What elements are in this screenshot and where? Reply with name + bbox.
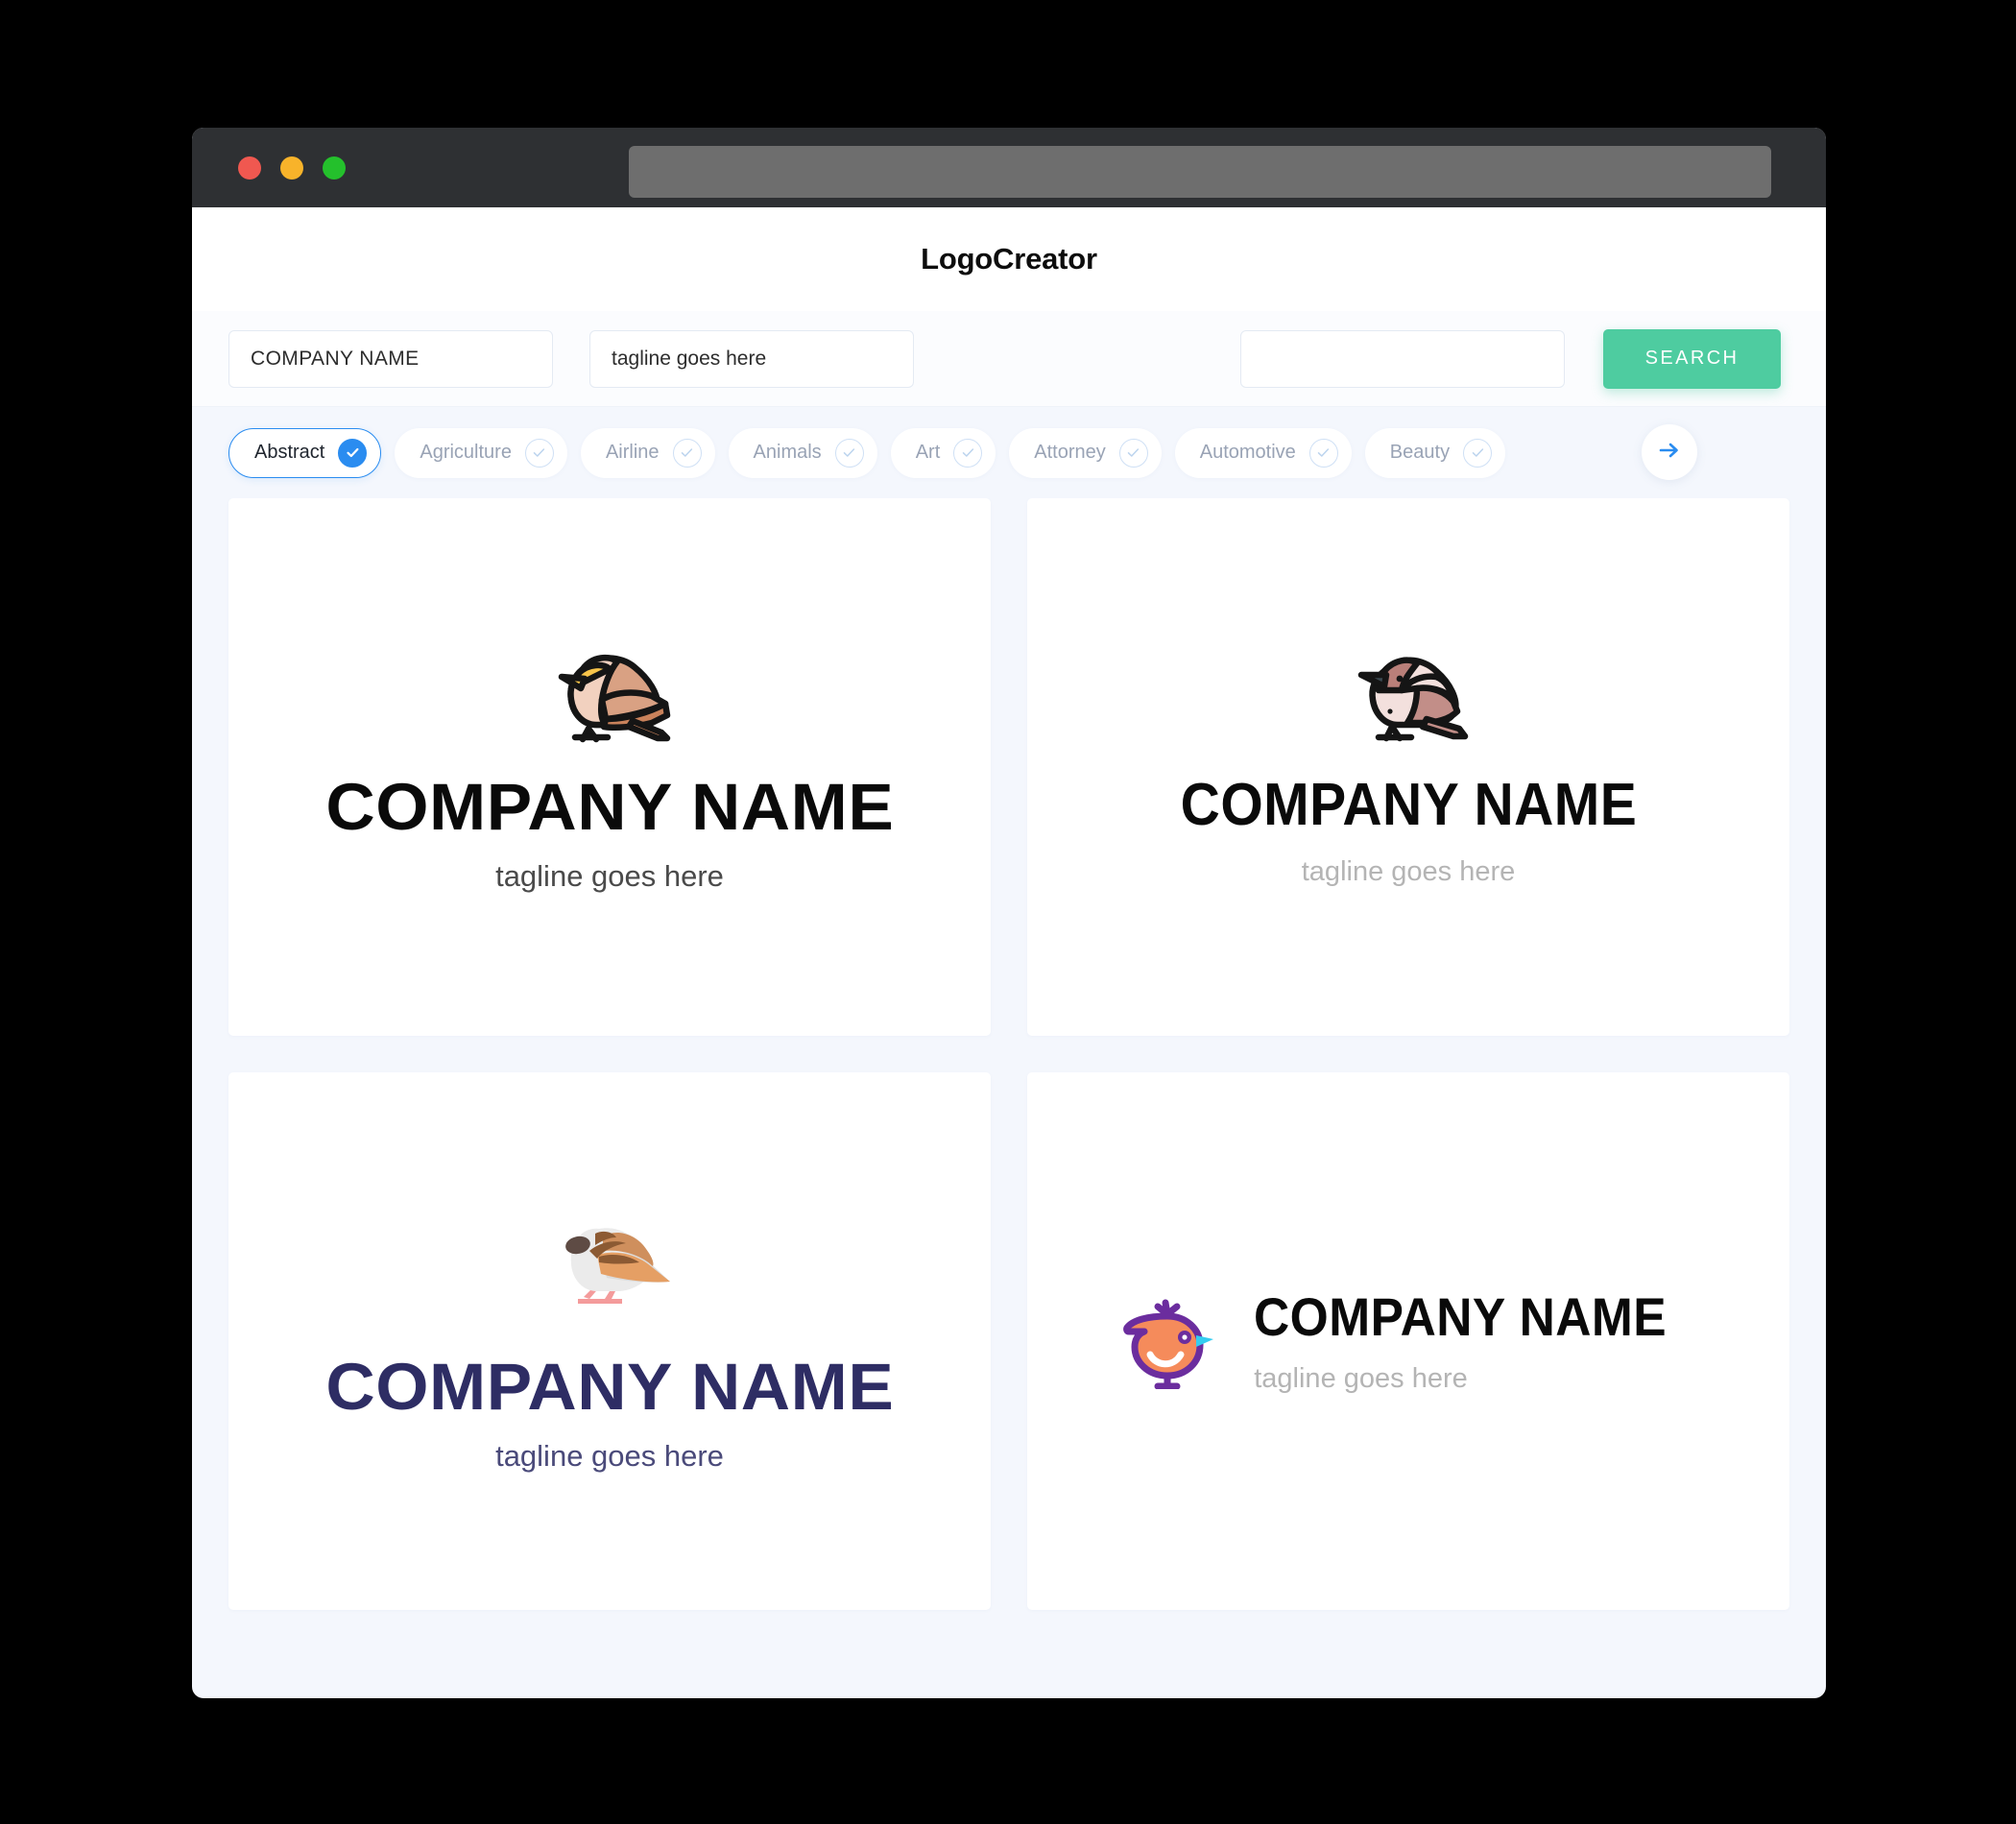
category-chip-abstract[interactable]: Abstract [228,427,382,478]
flat-sparrow-bird-icon [334,1212,886,1315]
sparrow-outline-bird-icon [1161,648,1657,751]
logo-card[interactable]: COMPANY NAME tagline goes here [228,498,991,1036]
category-chip-art[interactable]: Art [890,427,996,478]
category-chip-label: Agriculture [420,442,512,463]
arrow-right-icon [1657,438,1682,468]
category-chip-label: Animals [753,442,822,463]
browser-window: LogoCreator COMPANY NAME tagline goes he… [192,128,1826,1698]
check-icon [1308,438,1338,468]
logo-card[interactable]: COMPANY NAME tagline goes here [228,1072,991,1610]
logo-tagline: tagline goes here [495,858,724,893]
category-chip-label: Abstract [254,442,325,463]
logo-tagline: tagline goes here [495,1438,724,1473]
traffic-lights [238,156,346,180]
tagline-input[interactable]: tagline goes here [589,329,914,388]
category-chip-agriculture[interactable]: Agriculture [395,427,567,478]
keyword-input[interactable] [1240,329,1565,388]
logo-card[interactable]: COMPANY NAME tagline goes here [1027,1072,1789,1610]
category-chip-label: Airline [605,442,660,463]
logo-company-name: COMPANY NAME [1180,772,1637,838]
category-chip-attorney[interactable]: Attorney [1009,427,1162,478]
minimize-window-button[interactable] [280,156,303,180]
logo-results-grid: COMPANY NAME tagline goes here COMPANY N… [192,498,1826,1654]
logo-company-name: COMPANY NAME [1254,1285,1668,1347]
category-chip-airline[interactable]: Airline [580,427,715,478]
logo-company-name: COMPANY NAME [325,1349,894,1424]
logo-tagline: tagline goes here [1254,1362,1468,1394]
close-window-button[interactable] [238,156,261,180]
category-chip-animals[interactable]: Animals [728,427,877,478]
logo-card[interactable]: COMPANY NAME tagline goes here [1027,498,1789,1036]
browser-titlebar [192,128,1826,207]
check-icon [338,438,368,468]
category-filter-bar[interactable]: Abstract Agriculture Airline Animals Art Atto… [192,407,1826,498]
category-chip-label: Beauty [1389,442,1451,463]
category-chip-automotive[interactable]: Automotive [1174,427,1352,478]
check-icon [1463,438,1493,468]
check-icon [1118,438,1148,468]
category-chip-label: Art [915,442,941,463]
logo-tagline: tagline goes here [1301,856,1516,887]
category-chip-label: Automotive [1199,442,1296,463]
check-icon [524,438,554,468]
orange-chick-bird-icon [1114,1289,1217,1394]
search-toolbar: COMPANY NAME tagline goes here SEARCH [192,311,1826,407]
check-icon [672,438,702,468]
check-icon [834,438,864,468]
url-bar[interactable] [629,146,1771,198]
sparrow-bird-icon [334,644,886,749]
category-chip-label: Attorney [1034,442,1106,463]
app-header: LogoCreator [192,207,1826,311]
company-name-input[interactable]: COMPANY NAME [228,329,553,388]
maximize-window-button[interactable] [323,156,346,180]
search-button[interactable]: SEARCH [1603,328,1781,389]
categories-next-button[interactable] [1642,424,1697,480]
check-icon [953,438,983,468]
logo-company-name: COMPANY NAME [325,769,894,844]
category-chip-beauty[interactable]: Beauty [1364,427,1506,478]
page-title: LogoCreator [921,242,1097,276]
